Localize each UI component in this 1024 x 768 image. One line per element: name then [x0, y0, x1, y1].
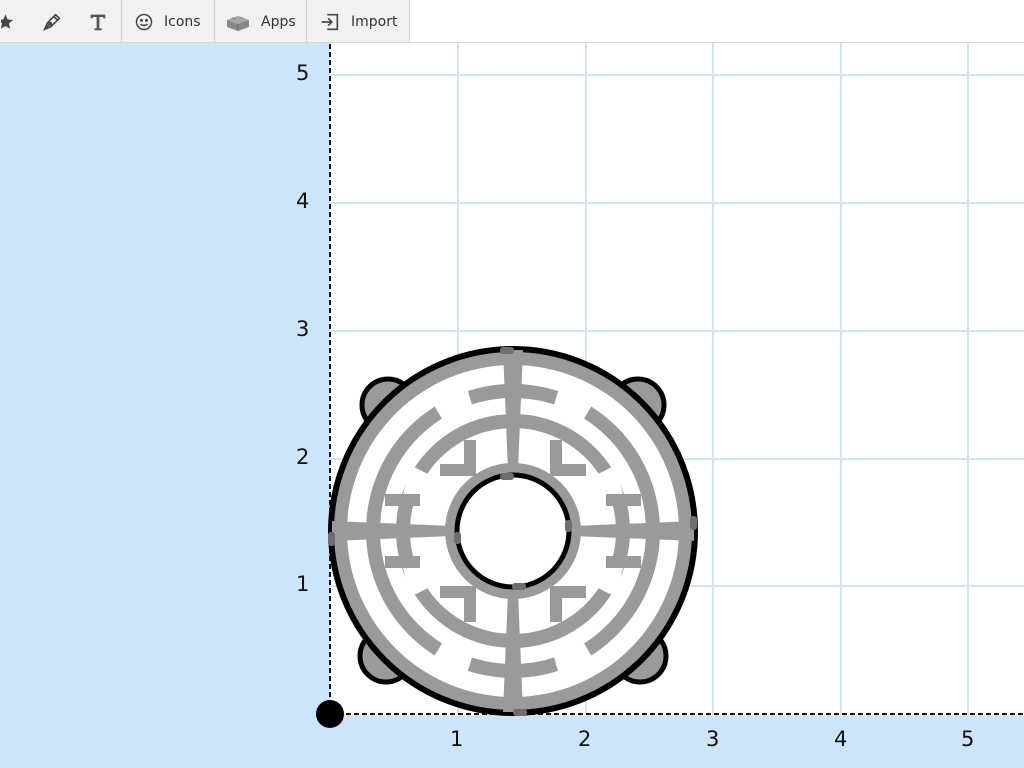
y-tick-label: 2: [296, 445, 310, 469]
y-tick-label: 5: [296, 61, 310, 85]
y-tick-label: 3: [296, 317, 310, 341]
y-tick-label: 1: [296, 572, 310, 596]
x-tick-label: 4: [834, 727, 848, 751]
y-tick-label: 4: [296, 189, 310, 213]
x-tick-label: 3: [706, 727, 720, 751]
design-overlay: [316, 44, 1024, 728]
origin-marker[interactable]: [316, 700, 344, 728]
maze-disc-shape[interactable]: [328, 346, 698, 716]
x-tick-label: 1: [450, 727, 464, 751]
x-tick-label: 5: [961, 727, 975, 751]
x-tick-label: 2: [578, 727, 592, 751]
